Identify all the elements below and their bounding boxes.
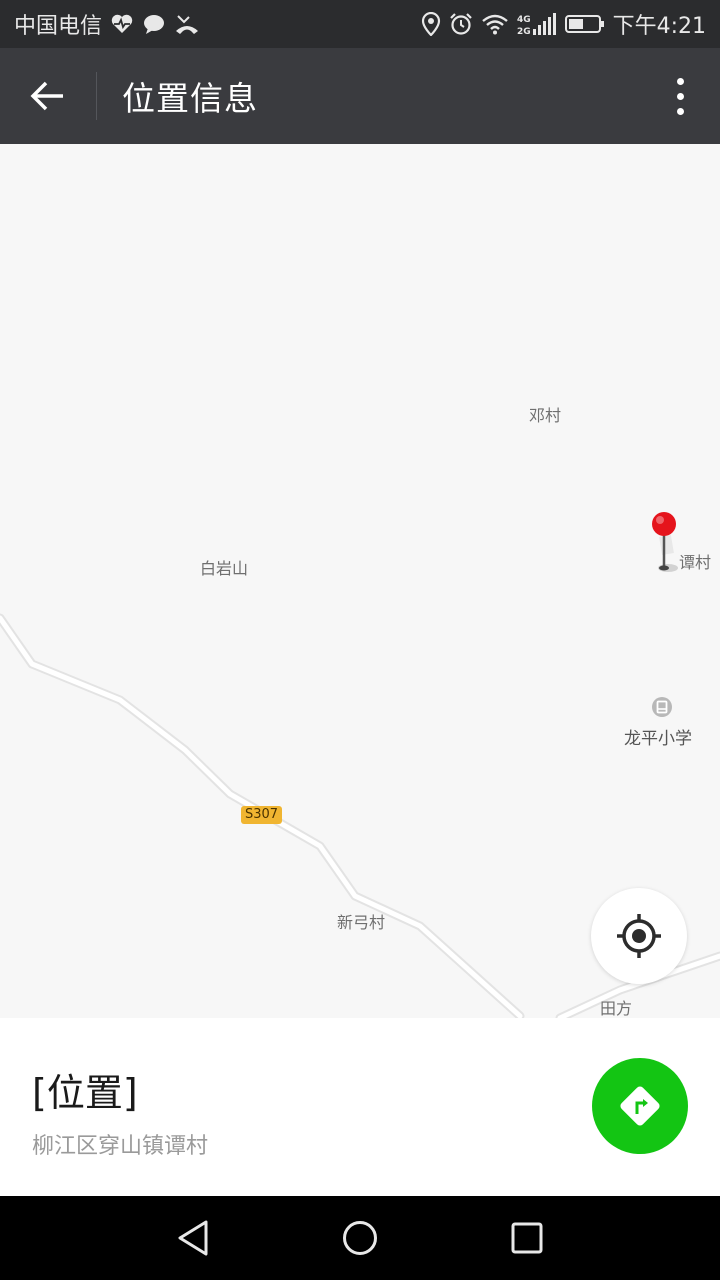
place-address: 柳江区穿山镇谭村 xyxy=(32,1134,209,1159)
signal-icon: 4G 2G xyxy=(517,12,557,36)
battery-icon xyxy=(564,13,605,35)
system-home-button[interactable] xyxy=(320,1198,400,1278)
location-icon xyxy=(421,12,441,36)
toolbar-divider xyxy=(96,72,97,120)
title-bar: 位置信息 xyxy=(0,48,720,144)
map-label-longping-school: 龙平小学 xyxy=(624,729,692,749)
navigate-button[interactable] xyxy=(592,1058,688,1154)
road-badge-s307: S307 xyxy=(241,806,283,824)
system-recents-button[interactable] xyxy=(487,1198,567,1278)
status-time: 下午4:21 xyxy=(612,14,706,39)
system-back-button[interactable] xyxy=(153,1198,233,1278)
back-button[interactable] xyxy=(0,48,96,144)
map-label-baiyanshan: 白岩山 xyxy=(200,559,249,578)
arrow-left-icon xyxy=(30,81,63,111)
triangle-back-icon xyxy=(178,1220,208,1256)
system-navigation-bar xyxy=(0,1196,720,1280)
status-bar-left: 中国电信 xyxy=(14,8,200,40)
map-roads xyxy=(0,613,720,1018)
map-view[interactable]: 邓村 白岩山 谭村 龙平小学 新弓村 田方 S307 xyxy=(0,144,720,1018)
alarm-icon xyxy=(449,12,473,36)
more-vertical-icon xyxy=(676,77,684,85)
carrier-name: 中国电信 xyxy=(14,14,103,39)
square-recents-icon xyxy=(511,1222,543,1254)
locate-me-button[interactable] xyxy=(591,888,687,984)
location-info-panel: [位置] 柳江区穿山镇谭村 xyxy=(0,1018,720,1196)
circle-home-icon xyxy=(342,1221,377,1255)
svg-text:2G: 2G xyxy=(517,27,531,36)
svg-text:4G: 4G xyxy=(517,15,531,25)
navigation-route-icon xyxy=(620,1086,660,1126)
more-options-button[interactable] xyxy=(660,72,700,120)
school-poi-icon[interactable] xyxy=(651,696,673,718)
place-name: [位置] xyxy=(32,1071,138,1115)
locate-crosshair-icon xyxy=(617,914,661,958)
page-title: 位置信息 xyxy=(122,79,258,118)
map-label-xingongcun: 新弓村 xyxy=(337,913,386,932)
chat-bubble-icon xyxy=(142,13,166,35)
status-bar-right: 4G 2G 下午4:21 xyxy=(421,8,706,40)
wifi-icon xyxy=(481,13,509,35)
location-pin-icon[interactable] xyxy=(648,510,682,574)
missed-call-icon xyxy=(174,13,200,35)
heart-pulse-icon xyxy=(110,13,134,35)
status-bar: 中国电信 4G 2G 下午4:21 xyxy=(0,0,720,48)
map-label-dengcun: 邓村 xyxy=(529,406,562,425)
map-label-tianfang: 田方 xyxy=(600,999,633,1018)
map-label-tancun: 谭村 xyxy=(679,553,712,572)
